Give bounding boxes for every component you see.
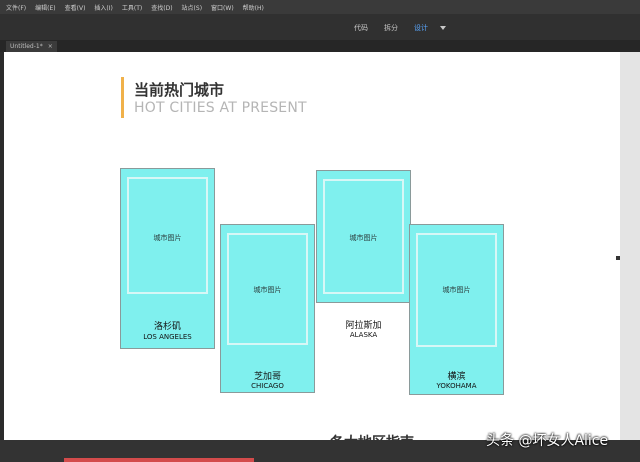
document-tab-title: Untitled-1* [10,43,43,50]
close-icon[interactable]: × [48,43,53,50]
resize-handle[interactable] [616,256,620,260]
section-title-cn: 当前热门城市 [134,81,225,99]
city-name-cn: 洛杉矶 [153,322,181,332]
menu-edit[interactable]: 编辑(E) [35,3,55,12]
image-placeholder-label: 城市图片 [349,234,378,242]
image-placeholder-label: 城市图片 [253,286,282,294]
menu-bar: 文件(F) 编辑(E) 查看(V) 插入(I) 工具(T) 查找(D) 站点(S… [0,0,640,14]
city-name-cn: 芝加哥 [253,372,281,382]
city-name-en: CHICAGO [251,382,284,390]
menu-file[interactable]: 文件(F) [6,3,26,12]
watermark-text: 头条 @坏女人Alice [486,433,609,449]
view-toolbar: 代码 拆分 设计 [0,14,640,40]
city-image-placeholder: 城市图片 [410,225,503,355]
city-image-placeholder: 城市图片 [317,171,410,302]
canvas-gutter [620,52,640,440]
city-name-en-alaska: ALASKA [349,331,378,339]
menu-window[interactable]: 窗口(W) [211,3,234,12]
city-name-cn-alaska: 阿拉斯加 [345,321,382,331]
document-tab-strip: Untitled-1* × [0,40,640,52]
menu-help[interactable]: 帮助(H) [243,3,264,12]
title-accent-bar [121,77,124,118]
city-card-yokohama[interactable]: 城市图片 横滨 YOKOHAMA [409,224,504,395]
menu-view[interactable]: 查看(V) [65,3,86,12]
menu-site[interactable]: 站点(S) [182,3,203,12]
city-card-alaska[interactable]: 城市图片 [316,170,411,303]
menu-tools[interactable]: 工具(T) [122,3,142,12]
city-card-chicago[interactable]: 城市图片 芝加哥 CHICAGO [220,224,315,393]
city-card-los-angeles[interactable]: 城市图片 洛杉矶 LOS ANGELES [120,168,215,349]
document-tab[interactable]: Untitled-1* × [6,41,57,52]
view-split-button[interactable]: 拆分 [384,23,398,33]
city-name-en: YOKOHAMA [436,382,477,390]
city-name-en: LOS ANGELES [143,333,192,341]
view-code-button[interactable]: 代码 [354,23,368,33]
image-placeholder-label: 城市图片 [442,286,471,294]
design-canvas[interactable]: 当前热门城市 HOT CITIES AT PRESENT 城市图片 洛杉矶 LO… [4,52,620,440]
city-name-cn: 横滨 [447,372,466,382]
status-accent-bar [64,458,254,462]
chevron-down-icon[interactable] [440,26,446,30]
menu-insert[interactable]: 插入(I) [94,3,112,12]
next-section-title: 各大地区指南 [330,432,414,440]
menu-find[interactable]: 查找(D) [151,3,172,12]
image-placeholder-label: 城市图片 [153,234,182,242]
city-image-placeholder: 城市图片 [221,225,314,353]
city-image-placeholder: 城市图片 [121,169,214,302]
view-design-button[interactable]: 设计 [414,23,428,33]
section-title-en: HOT CITIES AT PRESENT [134,100,307,116]
